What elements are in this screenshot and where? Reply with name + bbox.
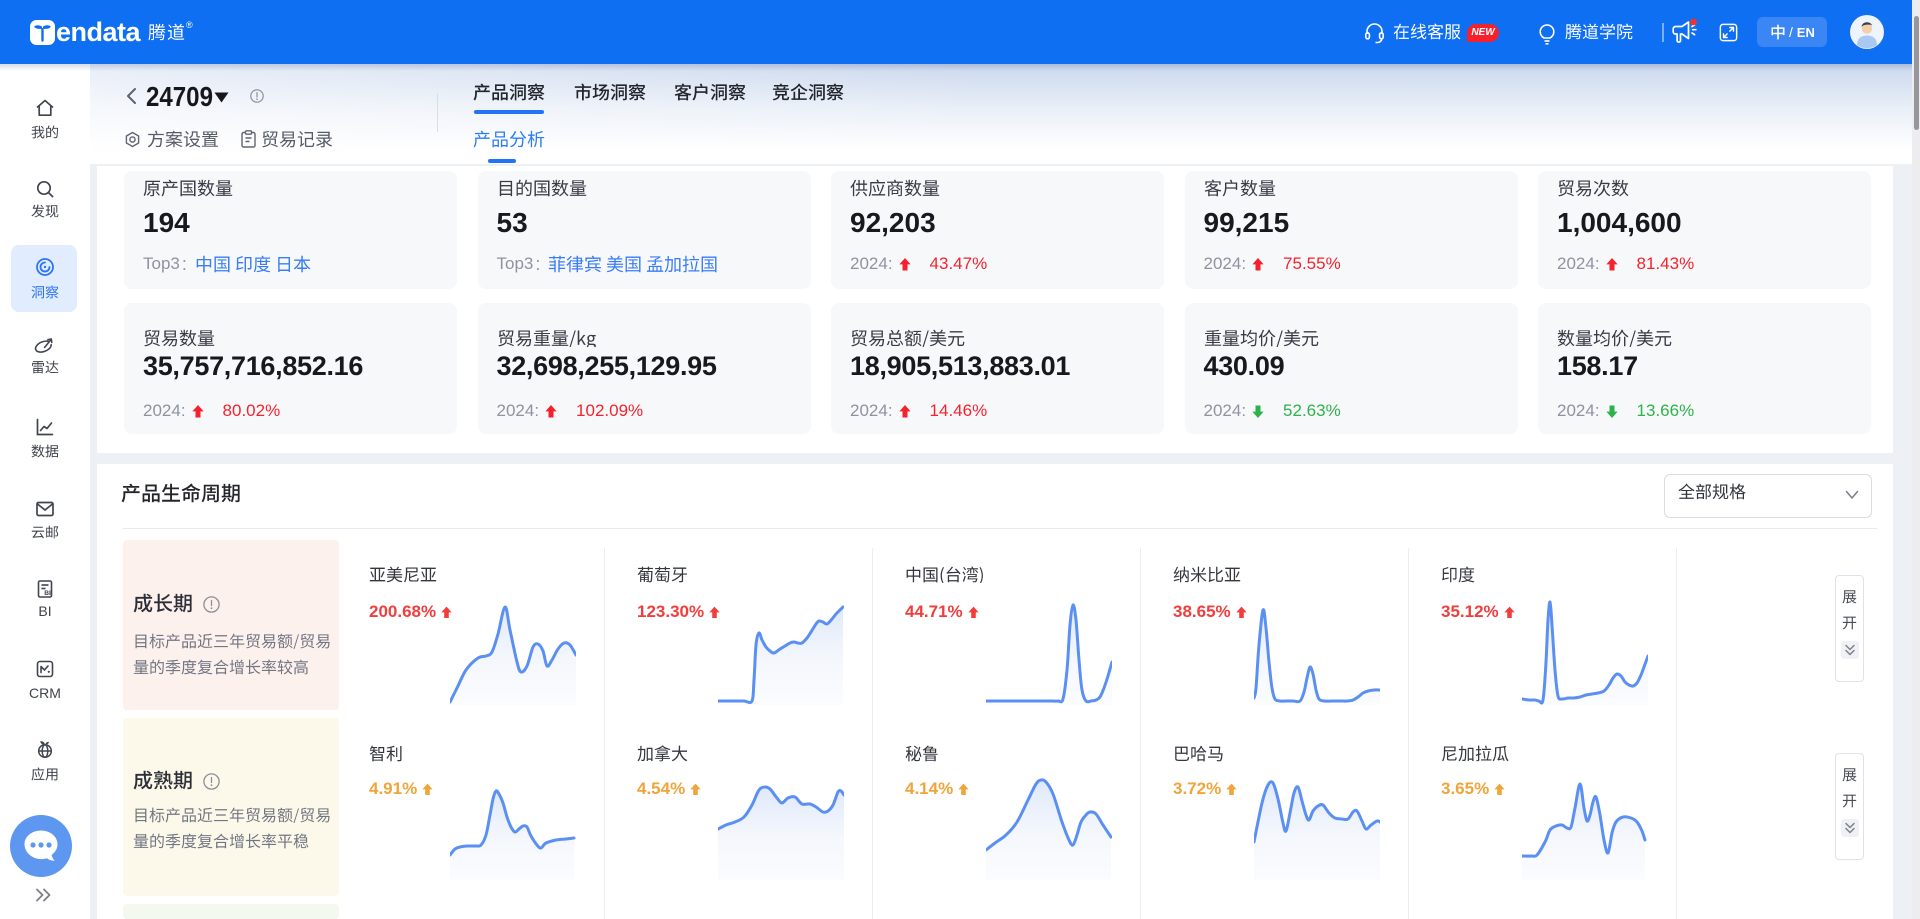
svg-text:BI: BI: [44, 590, 51, 597]
